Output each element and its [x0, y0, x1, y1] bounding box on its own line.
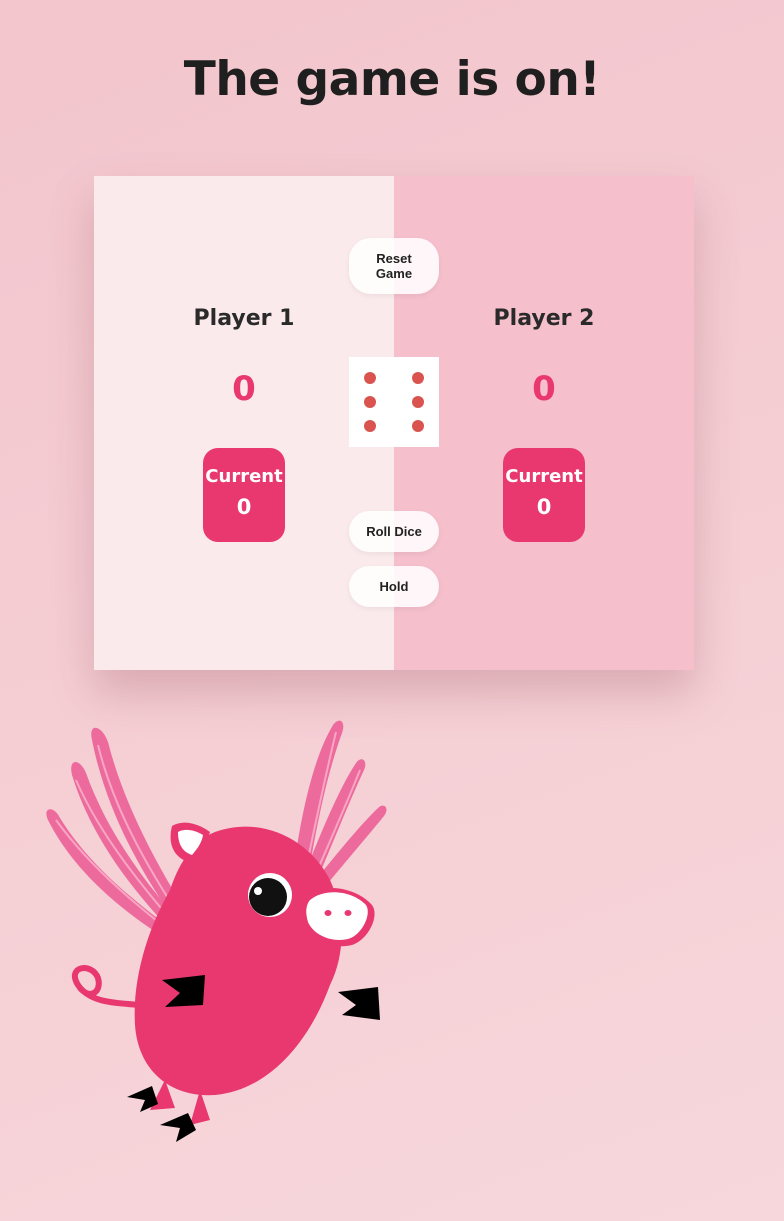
- player-1-name: Player 1: [193, 306, 295, 331]
- player-2-current-value: 0: [536, 495, 552, 519]
- reset-game-button[interactable]: Reset Game: [349, 238, 439, 294]
- player-2-current-box: Current 0: [503, 448, 585, 542]
- player-2-panel: Player 2 0 Current 0: [394, 176, 694, 670]
- player-2-current-label: Current: [505, 466, 583, 487]
- dice-pip: [412, 372, 424, 384]
- player-2-name: Player 2: [493, 306, 595, 331]
- player-1-current-value: 0: [236, 495, 252, 519]
- dice-pip: [412, 420, 424, 432]
- flying-pig-icon: [46, 720, 387, 1142]
- roll-dice-button[interactable]: Roll Dice: [349, 511, 439, 552]
- dice-pip: [412, 396, 424, 408]
- player-1-current-label: Current: [205, 466, 283, 487]
- hold-button[interactable]: Hold: [349, 566, 439, 607]
- page-title: The game is on!: [183, 52, 601, 107]
- dice-pip: [364, 420, 376, 432]
- dice-pip: [364, 372, 376, 384]
- player-1-current-box: Current 0: [203, 448, 285, 542]
- dice-face: [349, 357, 439, 447]
- dice-pip: [364, 396, 376, 408]
- player-2-score: 0: [532, 369, 556, 409]
